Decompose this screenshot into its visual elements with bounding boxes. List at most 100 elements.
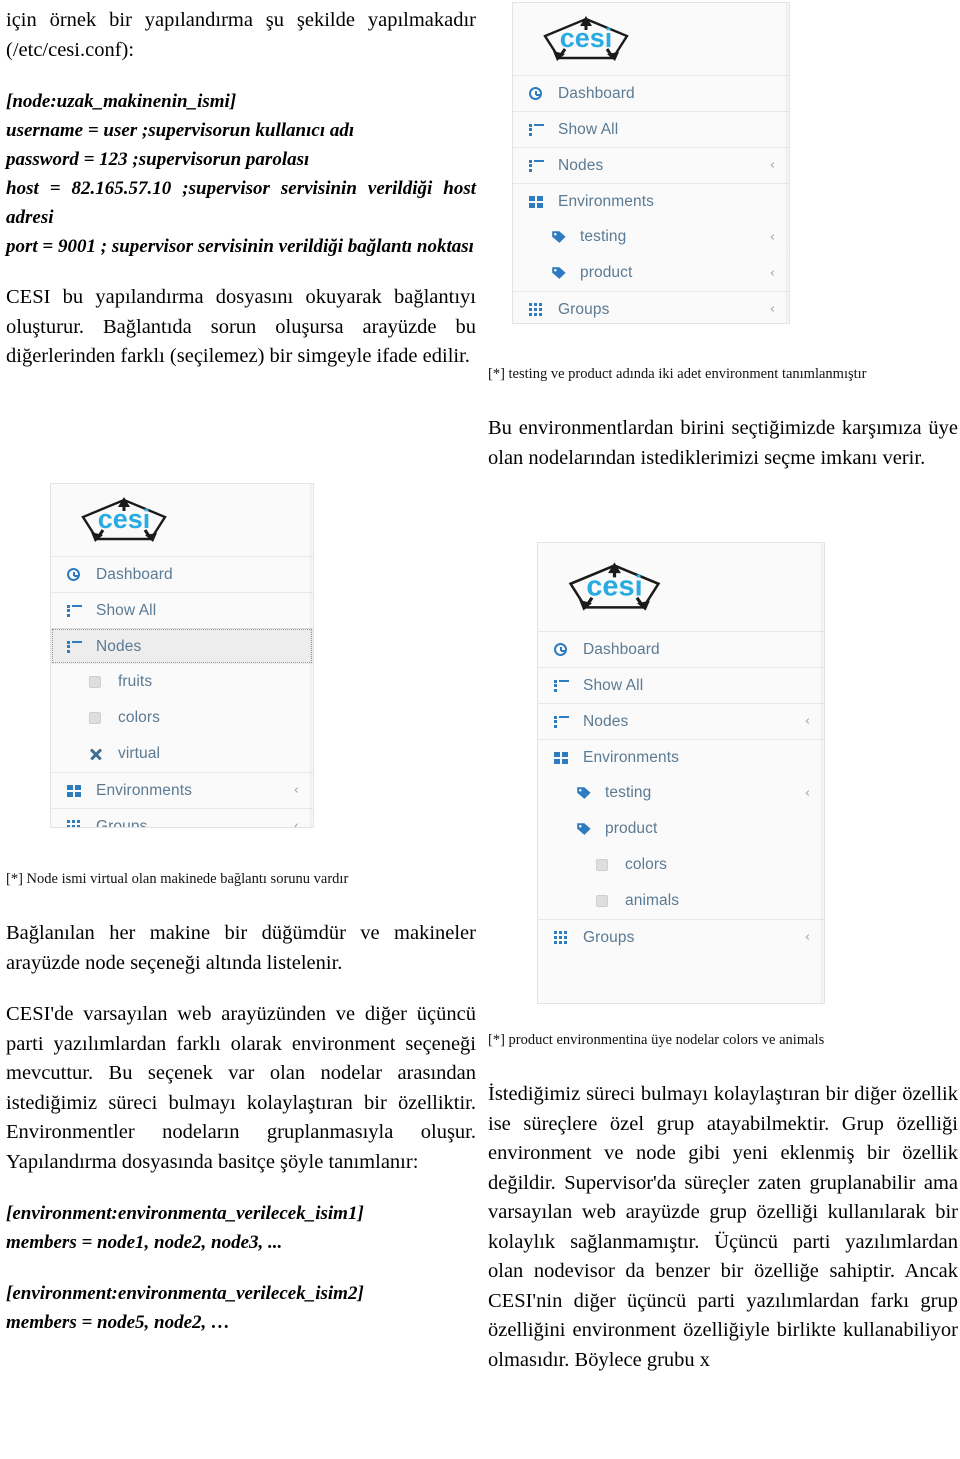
sidebar-item-testing[interactable]: testing ‹ bbox=[513, 219, 789, 255]
sidebar-item-colors[interactable]: colors bbox=[51, 700, 313, 736]
cesi-logo: cesi bbox=[513, 3, 789, 75]
sidebar-item-icon bbox=[67, 641, 87, 653]
chevron-left-icon[interactable]: ‹ bbox=[288, 820, 299, 828]
sidebar-item-icon bbox=[529, 160, 549, 172]
list-icon bbox=[529, 124, 544, 136]
sidebar-item-colors[interactable]: colors bbox=[538, 847, 824, 883]
sidebar-item-label: testing bbox=[580, 228, 764, 246]
sidebar-item-icon bbox=[576, 822, 596, 836]
sidebar-item-label: colors bbox=[625, 856, 804, 874]
sidebar-item-label: Show All bbox=[558, 121, 769, 139]
sidebar-item-label: fruits bbox=[118, 673, 293, 691]
config-line-4: port = 9001 ; supervisor servisinin veri… bbox=[6, 232, 476, 261]
sidebar-item-environments[interactable]: Environments ⱟ bbox=[513, 183, 789, 219]
sidebar-item-label: product bbox=[605, 820, 804, 838]
paragraph-after-config: CESI bu yapılandırma dosyasını okuyarak … bbox=[6, 283, 476, 372]
checkbox-icon[interactable] bbox=[89, 712, 101, 724]
chevron-left-icon[interactable]: ‹ bbox=[764, 231, 775, 244]
list-icon bbox=[529, 160, 544, 172]
chevron-left-icon[interactable]: ‹ bbox=[764, 159, 775, 172]
sidebar-item-icon bbox=[596, 895, 616, 907]
sidebar-item-groups[interactable]: Groups ‹ bbox=[51, 808, 313, 828]
chevron-left-icon[interactable]: ‹ bbox=[764, 303, 775, 316]
sidebar-item-label: Show All bbox=[96, 602, 293, 620]
tag-icon bbox=[576, 786, 592, 800]
cesi-logo-graphic: cesi bbox=[537, 13, 635, 65]
sidebar-item-label: virtual bbox=[118, 745, 293, 763]
sidebar-item-nodes[interactable]: Nodes ‹ bbox=[513, 147, 789, 183]
sidebar-item-testing[interactable]: testing ‹ bbox=[538, 775, 824, 811]
sidebar-item-label: animals bbox=[625, 892, 804, 910]
sidebar-item-label: testing bbox=[605, 784, 799, 802]
sidebar-item-nodes[interactable]: Nodes ⱟ bbox=[51, 628, 313, 664]
sidebar-item-product[interactable]: product ‹ bbox=[513, 255, 789, 291]
cesi-logo-graphic: cesi bbox=[75, 494, 173, 546]
sidebar-item-icon bbox=[67, 605, 87, 617]
sidebar-item-icon bbox=[529, 124, 549, 136]
svg-text:cesi: cesi bbox=[98, 504, 151, 534]
sidebar-item-icon bbox=[551, 266, 571, 280]
sidebar-item-environments[interactable]: Environments ⱟ bbox=[538, 739, 824, 775]
sidebar-item-icon bbox=[529, 87, 549, 100]
sidebar-item-show-all[interactable]: Show All bbox=[513, 111, 789, 147]
sidebar-item-dashboard[interactable]: Dashboard bbox=[51, 556, 313, 592]
sidebar-item-label: Groups bbox=[558, 301, 764, 319]
grid-2x2-icon bbox=[529, 196, 543, 208]
sidebar-item-label: Environments bbox=[583, 749, 804, 767]
sidebar-item-label: Dashboard bbox=[96, 566, 293, 584]
sidebar-item-environments[interactable]: Environments ‹ bbox=[51, 772, 313, 808]
times-icon bbox=[89, 747, 103, 761]
env-config-2-line-1: members = node5, node2, … bbox=[6, 1308, 476, 1337]
sidebar-item-label: Groups bbox=[96, 818, 288, 829]
tag-icon bbox=[551, 266, 567, 280]
chevron-down-icon[interactable]: ⱟ bbox=[293, 640, 299, 653]
sidebar-item-icon bbox=[529, 303, 549, 316]
right-text-column-upper: [*] testing ve product adında iki adet e… bbox=[488, 364, 958, 473]
cesi-logo: cesi bbox=[51, 484, 313, 556]
config-line-1: username = user ;supervisorun kullanıcı … bbox=[6, 116, 476, 145]
chevron-left-icon[interactable]: ‹ bbox=[799, 715, 810, 728]
checkbox-icon[interactable] bbox=[89, 676, 101, 688]
sidebar-item-groups[interactable]: Groups ‹ bbox=[538, 919, 824, 955]
sidebar-item-show-all[interactable]: Show All bbox=[51, 592, 313, 628]
sidebar-item-label: colors bbox=[118, 709, 293, 727]
sidebar-item-dashboard[interactable]: Dashboard bbox=[513, 75, 789, 111]
clock-icon bbox=[67, 568, 80, 581]
clock-icon bbox=[554, 643, 567, 656]
grid-3x3-icon bbox=[554, 931, 568, 944]
list-icon bbox=[67, 605, 82, 617]
chevron-down-icon[interactable]: ⱟ bbox=[769, 195, 775, 208]
config-line-2: password = 123 ;supervisorun parolası bbox=[6, 145, 476, 174]
chevron-left-icon[interactable]: ‹ bbox=[764, 267, 775, 280]
sidebar-item-dashboard[interactable]: Dashboard bbox=[538, 631, 824, 667]
sidebar-item-show-all[interactable]: Show All bbox=[538, 667, 824, 703]
grid-3x3-icon bbox=[67, 820, 81, 828]
env-config-2-line-0: [environment:environmenta_verilecek_isim… bbox=[6, 1279, 476, 1308]
sidebar-item-icon bbox=[67, 785, 87, 797]
chevron-down-icon[interactable]: ⱟ bbox=[804, 751, 810, 764]
panel-shadow bbox=[786, 3, 789, 323]
sidebar-item-groups[interactable]: Groups ‹ bbox=[513, 291, 789, 324]
sidebar-item-animals[interactable]: animals bbox=[538, 883, 824, 919]
grid-2x2-icon bbox=[67, 785, 81, 797]
sidebar-menu: Dashboard Show All Nodes ‹ Environments ⱟ test… bbox=[513, 75, 789, 324]
chevron-left-icon[interactable]: ‹ bbox=[799, 931, 810, 944]
chevron-left-icon[interactable]: ‹ bbox=[799, 787, 810, 800]
checkbox-icon[interactable] bbox=[596, 895, 608, 907]
sidebar-item-fruits[interactable]: fruits bbox=[51, 664, 313, 700]
sidebar-item-product[interactable]: product ⱟ bbox=[538, 811, 824, 847]
intro-paragraph: için örnek bir yapılandırma şu şekilde y… bbox=[6, 6, 476, 65]
caption-product-members: [*] product environmentina üye nodelar c… bbox=[488, 1030, 958, 1050]
chevron-left-icon[interactable]: ‹ bbox=[288, 784, 299, 797]
grid-3x3-icon bbox=[529, 303, 543, 316]
env-config-1-line-1: members = node1, node2, node3, ... bbox=[6, 1228, 476, 1257]
sidebar-item-icon bbox=[576, 786, 596, 800]
sidebar-item-icon bbox=[554, 931, 574, 944]
sidebar-item-virtual[interactable]: virtual bbox=[51, 736, 313, 772]
cesi-sidebar-screenshot-environments: cesi Dashboard Show All Nodes ‹ Environments… bbox=[512, 2, 790, 324]
sidebar-item-label: Dashboard bbox=[558, 85, 769, 103]
sidebar-item-nodes[interactable]: Nodes ‹ bbox=[538, 703, 824, 739]
config-line-3: host = 82.165.57.10 ;supervisor servisin… bbox=[6, 174, 476, 232]
checkbox-icon[interactable] bbox=[596, 859, 608, 871]
chevron-down-icon[interactable]: ⱟ bbox=[804, 823, 810, 836]
